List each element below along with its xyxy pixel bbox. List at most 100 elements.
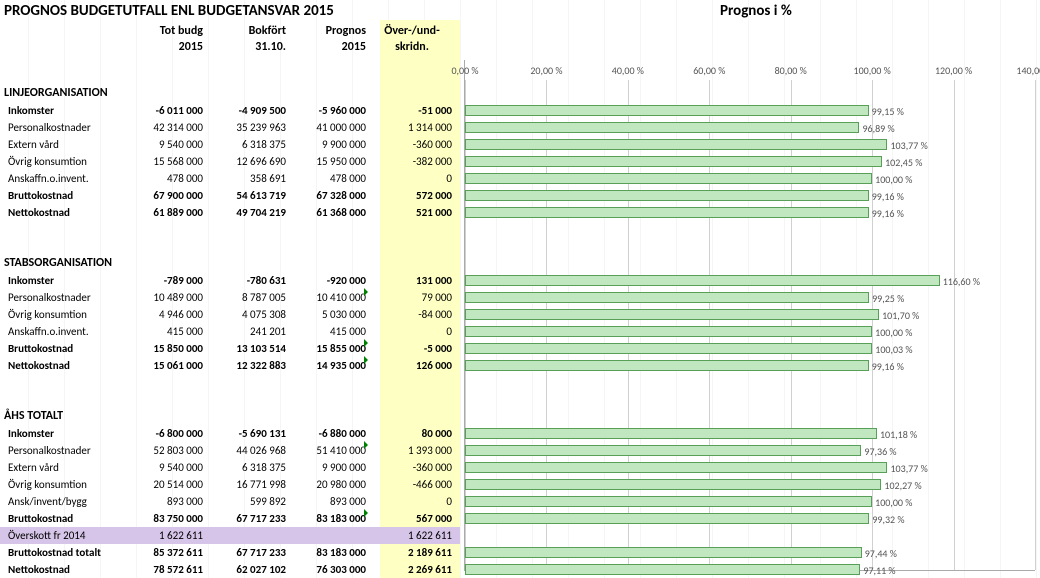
chart-bar: 103,77 %	[465, 139, 887, 150]
row-label: Ansk/invent/bygg	[8, 493, 138, 510]
table-row: Nettokostnad15 061 00012 322 88314 935 0…	[0, 357, 460, 374]
col-header-prognos-sub: 2015	[290, 40, 366, 54]
row-label: Nettokostnad	[8, 561, 138, 578]
chart-bar-label: 100,00 %	[871, 174, 912, 185]
cell: 0	[372, 170, 452, 187]
chart-bar: 102,27 %	[465, 479, 881, 490]
row-label: Personalkostnader	[8, 119, 138, 136]
indicator-triangle-icon	[364, 339, 368, 347]
col-header-totbudg-sub: 2015	[135, 40, 203, 54]
table-row: Bruttokostnad15 850 00013 103 51415 855 …	[0, 340, 460, 357]
chart-bar: 96,89 %	[465, 122, 859, 133]
row-label: Inkomster	[8, 102, 138, 119]
table-row: Personalkostnader10 489 0008 787 00510 4…	[0, 289, 460, 306]
cell: 78 572 611	[135, 561, 203, 578]
cell: -360 000	[372, 136, 452, 153]
row-label: Extern vård	[8, 459, 138, 476]
cell: 49 704 219	[210, 204, 286, 221]
chart-bar-row: 100,00 %	[465, 173, 1035, 184]
cell: 478 000	[290, 170, 366, 187]
table-row: Inkomster-6 800 000-5 690 131-6 880 0008…	[0, 425, 460, 442]
row-label: Övrig konsumtion	[8, 306, 138, 323]
table-row: Övrig konsumtion15 568 00012 696 69015 9…	[0, 153, 460, 170]
cell: -5 690 131	[210, 425, 286, 442]
chart-bar-row: 97,44 %	[465, 547, 1035, 558]
table-row: Anskaffn.o.invent.478 000358 691478 0000	[0, 170, 460, 187]
chart-bar-row: 99,15 %	[465, 105, 1035, 116]
chart-bar-row: 100,00 %	[465, 326, 1035, 337]
row-label: Nettokostnad	[8, 357, 138, 374]
row-label: Bruttokostnad	[8, 187, 138, 204]
chart-bar-row: 99,16 %	[465, 360, 1035, 371]
row-label: Inkomster	[8, 272, 138, 289]
chart-bar: 97,11 %	[465, 564, 860, 575]
cell: 521 000	[372, 204, 452, 221]
table-row: Personalkostnader52 803 00044 026 96851 …	[0, 442, 460, 459]
row-label: Anskaffn.o.invent.	[8, 170, 138, 187]
cell: 8 787 005	[210, 289, 286, 306]
chart-bar-row: 97,36 %	[465, 445, 1035, 456]
cell: 6 318 375	[210, 136, 286, 153]
cell: -5 960 000	[290, 102, 366, 119]
cell: -6 800 000	[135, 425, 203, 442]
chart-bar-row: 101,70 %	[465, 309, 1035, 320]
row-label: Bruttokostnad	[8, 510, 138, 527]
chart-bar-row: 97,11 %	[465, 564, 1035, 575]
cell: 1 622 611	[135, 527, 203, 544]
chart-bar-label: 102,27 %	[880, 480, 921, 491]
chart-bar: 99,16 %	[465, 190, 869, 201]
chart-bar-label: 101,18 %	[876, 429, 917, 440]
cell: 131 000	[372, 272, 452, 289]
cell: 15 850 000	[135, 340, 203, 357]
chart-tick-label: 0,00 %	[451, 64, 478, 77]
chart-bar-label: 99,16 %	[868, 208, 904, 219]
cell: 16 771 998	[210, 476, 286, 493]
chart-prognos-percent: 0,00 %20,00 %40,00 %60,00 %80,00 %100,00…	[464, 60, 1035, 571]
cell: 2 269 611	[372, 561, 452, 578]
cell: 4 946 000	[135, 306, 203, 323]
chart-bar-label: 96,89 %	[858, 123, 894, 134]
cell: -51 000	[372, 102, 452, 119]
cell: 85 372 611	[135, 544, 203, 561]
table-row: Övrig konsumtion4 946 0004 075 3085 030 …	[0, 306, 460, 323]
table-row: Extern vård9 540 0006 318 3759 900 000-3…	[0, 136, 460, 153]
cell: 5 030 000	[290, 306, 366, 323]
cell: 9 900 000	[290, 459, 366, 476]
table-row: Ansk/invent/bygg893 000599 892893 0000	[0, 493, 460, 510]
row-label: Överskott fr 2014	[8, 527, 138, 544]
table-row: Nettokostnad78 572 61162 027 10276 303 0…	[0, 561, 460, 578]
col-header-overund-sub: skridn.	[372, 40, 452, 54]
cell: 12 322 883	[210, 357, 286, 374]
table-row: Personalkostnader42 314 00035 239 96341 …	[0, 119, 460, 136]
chart-bar: 100,03 %	[465, 343, 872, 354]
table-row: Övrig konsumtion20 514 00016 771 99820 9…	[0, 476, 460, 493]
table-row: Anskaffn.o.invent.415 000241 201415 0000	[0, 323, 460, 340]
chart-bar-label: 116,60 %	[939, 276, 980, 287]
page-title-right: Prognos i %	[720, 2, 792, 20]
cell: 44 026 968	[210, 442, 286, 459]
section-header: STABSORGANISATION	[4, 255, 112, 272]
chart-bar-label: 97,36 %	[860, 446, 896, 457]
row-label: Anskaffn.o.invent.	[8, 323, 138, 340]
chart-bar: 99,32 %	[465, 513, 869, 524]
cell: 6 318 375	[210, 459, 286, 476]
cell: 572 000	[372, 187, 452, 204]
chart-bar-label: 102,45 %	[881, 157, 922, 168]
cell: 20 980 000	[290, 476, 366, 493]
cell: 67 328 000	[290, 187, 366, 204]
chart-bar: 99,15 %	[465, 105, 869, 116]
chart-bar: 99,16 %	[465, 207, 869, 218]
indicator-triangle-icon	[364, 356, 368, 364]
cell: 83 183 000	[290, 544, 366, 561]
cell: 35 239 963	[210, 119, 286, 136]
chart-bar-row: 100,03 %	[465, 343, 1035, 354]
cell: -6 880 000	[290, 425, 366, 442]
cell: -5 000	[372, 340, 452, 357]
row-label: Bruttokostnad	[8, 340, 138, 357]
cell: 12 696 690	[210, 153, 286, 170]
chart-bar-label: 101,70 %	[878, 310, 919, 321]
table-row: Nettokostnad61 889 00049 704 21961 368 0…	[0, 204, 460, 221]
chart-tick-label: 120,00 %	[935, 64, 972, 77]
chart-bar: 100,00 %	[465, 496, 872, 507]
chart-bar-label: 97,11 %	[859, 565, 895, 576]
